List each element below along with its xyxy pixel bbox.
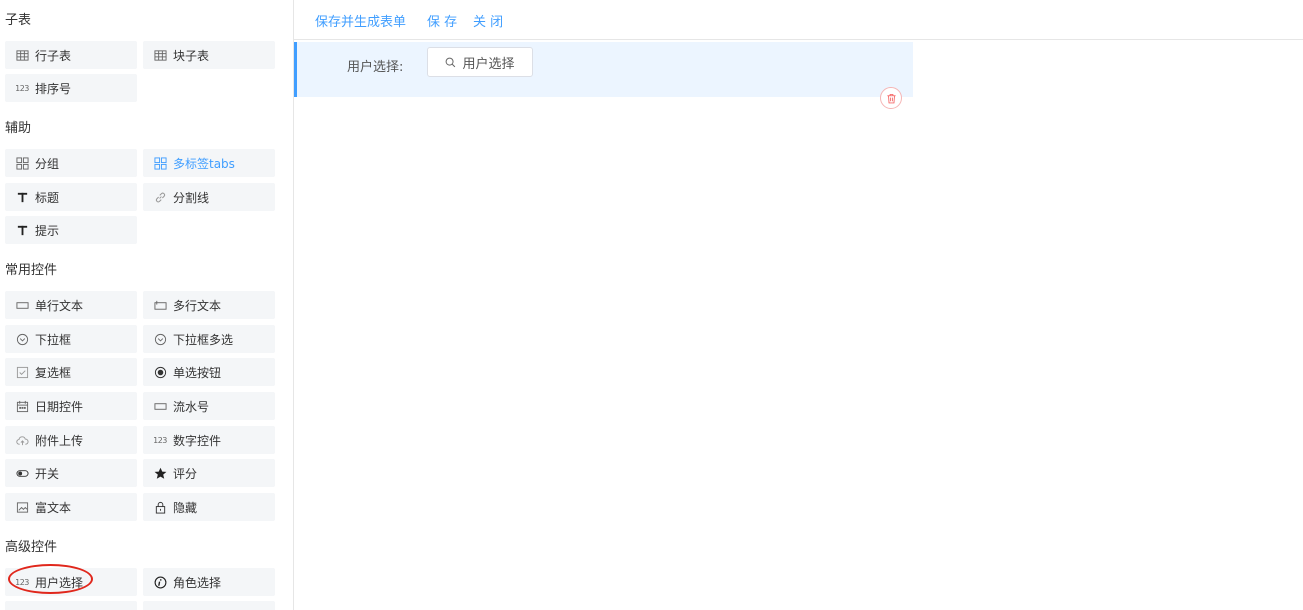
palette-item-label: 多标签tabs <box>173 156 235 171</box>
group-title-auxiliary: 辅助 <box>5 121 32 136</box>
palette-item-dropdown-multi[interactable]: 下拉框多选 <box>143 325 275 353</box>
palette-item-hidden[interactable]: 隐藏 <box>143 493 275 521</box>
palette-item-serial-number[interactable]: 流水号 <box>143 392 275 420</box>
field-label: 用户选择: <box>347 60 404 75</box>
lock-icon <box>153 500 167 514</box>
checkbox-icon <box>15 365 29 379</box>
palette-item-label: 隐藏 <box>173 500 198 515</box>
palette-item-label: 下拉框多选 <box>173 332 234 347</box>
palette-item-label: 下拉框 <box>35 332 72 347</box>
input-icon <box>153 399 167 413</box>
palette-item-dropdown[interactable]: 下拉框 <box>5 325 137 353</box>
info-icon <box>153 575 167 589</box>
star-icon <box>153 466 167 480</box>
palette-item-label: 单选按钮 <box>173 365 222 380</box>
palette-item-label: 角色选择 <box>173 575 222 590</box>
close-button[interactable]: 关 闭 <box>473 11 503 30</box>
table-icon <box>153 48 167 62</box>
palette-item-label: 富文本 <box>35 500 72 515</box>
palette-item-block-subtable[interactable]: 块子表 <box>143 41 275 69</box>
palette-item-sort-number[interactable]: 123 排序号 <box>5 74 137 102</box>
grid-icon <box>153 156 167 170</box>
save-and-generate-button[interactable]: 保存并生成表单 <box>315 11 406 30</box>
palette-item-number[interactable]: 123 数字控件 <box>143 426 275 454</box>
table-icon <box>15 48 29 62</box>
palette-item-label: 排序号 <box>35 81 72 96</box>
user-select-button-label: 用户选择 <box>462 56 515 72</box>
textarea-icon <box>153 298 167 312</box>
palette-item-label: 流水号 <box>173 399 210 414</box>
calendar-icon <box>15 399 29 413</box>
group-title-subtable: 子表 <box>5 13 32 28</box>
palette-item-user-select[interactable]: 123 用户选择 <box>5 568 137 596</box>
text-t-icon <box>15 190 29 204</box>
palette-item-tabs[interactable]: 多标签tabs <box>143 149 275 177</box>
palette-item-label: 开关 <box>35 466 60 481</box>
palette-item-partial[interactable] <box>143 601 275 610</box>
palette-item-date[interactable]: 日期控件 <box>5 392 137 420</box>
palette-item-label: 行子表 <box>35 48 72 63</box>
grid-icon <box>15 156 29 170</box>
palette-item-switch[interactable]: 开关 <box>5 459 137 487</box>
cloud-upload-icon <box>15 433 29 447</box>
number-123-icon: 123 <box>15 577 29 587</box>
number-123-icon: 123 <box>15 83 29 93</box>
radio-icon <box>153 365 167 379</box>
palette-item-heading[interactable]: 标题 <box>5 183 137 211</box>
palette-item-radio[interactable]: 单选按钮 <box>143 358 275 386</box>
text-t-icon <box>15 223 29 237</box>
chevron-circle-icon <box>15 332 29 346</box>
group-title-common-controls: 常用控件 <box>5 263 58 278</box>
palette-item-label: 用户选择 <box>35 575 84 590</box>
palette-item-label: 数字控件 <box>173 433 222 448</box>
toggle-icon <box>15 466 29 480</box>
palette-item-upload[interactable]: 附件上传 <box>5 426 137 454</box>
number-123-icon: 123 <box>153 435 167 445</box>
palette-item-partial[interactable] <box>5 601 137 610</box>
palette-item-checkbox[interactable]: 复选框 <box>5 358 137 386</box>
palette-item-rich-text[interactable]: 富文本 <box>5 493 137 521</box>
component-palette: 子表 行子表 块子表 123 排序号 辅助 分组 多标签tabs 标题 分割线 … <box>0 0 294 610</box>
delete-field-button[interactable] <box>880 87 902 109</box>
palette-item-label: 提示 <box>35 223 60 238</box>
palette-item-label: 分组 <box>35 156 60 171</box>
palette-item-label: 标题 <box>35 190 60 205</box>
palette-item-label: 复选框 <box>35 365 72 380</box>
user-select-button[interactable]: 用户选择 <box>427 47 533 77</box>
palette-item-row-subtable[interactable]: 行子表 <box>5 41 137 69</box>
trash-icon <box>886 93 896 103</box>
palette-item-single-line-text[interactable]: 单行文本 <box>5 291 137 319</box>
palette-item-label: 评分 <box>173 466 198 481</box>
palette-item-label: 附件上传 <box>35 433 84 448</box>
input-icon <box>15 298 29 312</box>
chevron-circle-icon <box>153 332 167 346</box>
palette-item-role-select[interactable]: 角色选择 <box>143 568 275 596</box>
palette-item-label: 日期控件 <box>35 399 84 414</box>
palette-item-label: 块子表 <box>173 48 210 63</box>
save-button[interactable]: 保 存 <box>427 11 457 30</box>
palette-item-divider[interactable]: 分割线 <box>143 183 275 211</box>
palette-item-label: 分割线 <box>173 190 210 205</box>
palette-item-group[interactable]: 分组 <box>5 149 137 177</box>
search-icon <box>446 57 456 67</box>
palette-item-label: 多行文本 <box>173 298 222 313</box>
palette-item-rating[interactable]: 评分 <box>143 459 275 487</box>
palette-item-tip[interactable]: 提示 <box>5 216 137 244</box>
link-icon <box>153 190 167 204</box>
palette-item-multi-line-text[interactable]: 多行文本 <box>143 291 275 319</box>
palette-item-label: 单行文本 <box>35 298 84 313</box>
selected-form-field[interactable]: 用户选择: 用户选择 <box>294 42 913 97</box>
designer-toolbar: 保存并生成表单 保 存 关 闭 <box>294 0 1303 40</box>
group-title-advanced-controls: 高级控件 <box>5 540 58 555</box>
image-icon <box>15 500 29 514</box>
